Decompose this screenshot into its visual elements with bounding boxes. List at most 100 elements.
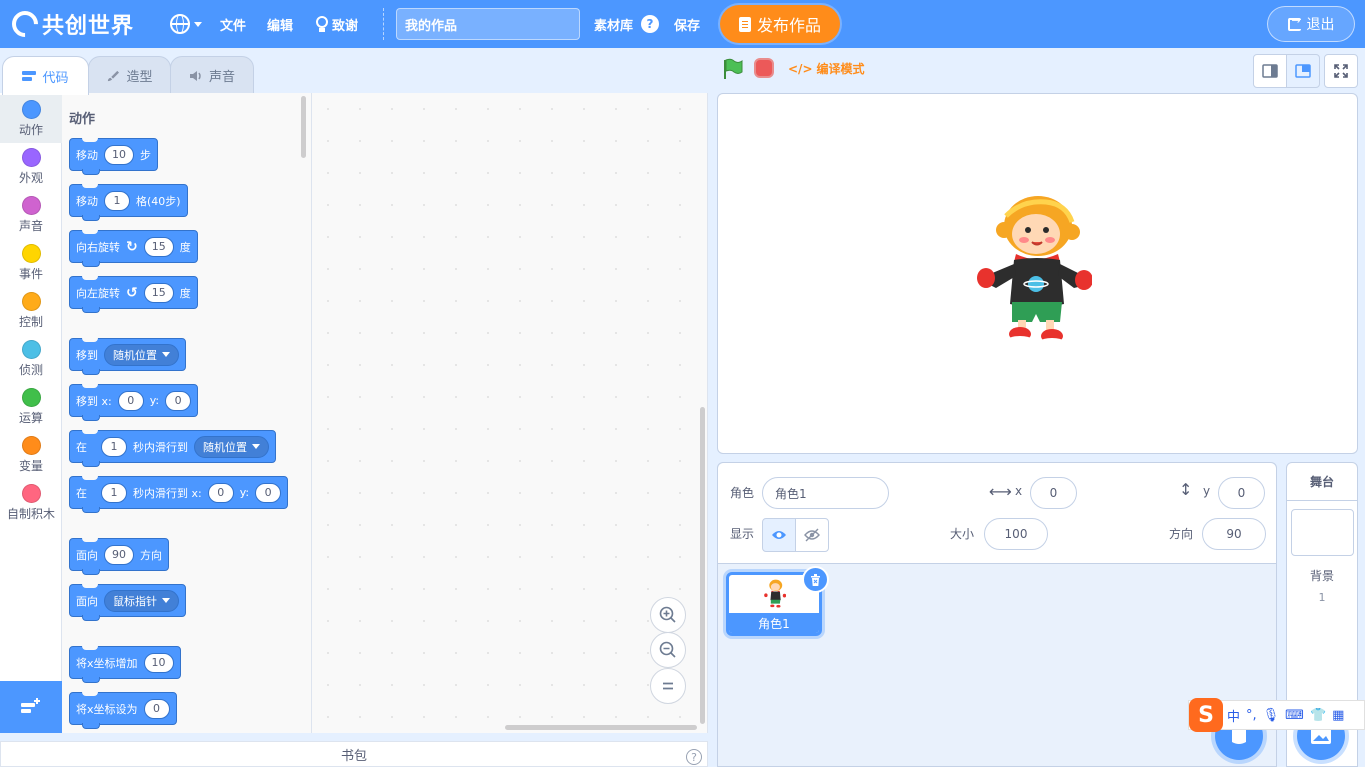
- direction-input[interactable]: [1202, 518, 1266, 550]
- sprite-name-input[interactable]: [762, 477, 889, 509]
- block-input-x[interactable]: 0: [117, 390, 144, 411]
- block-input[interactable]: 10: [104, 144, 134, 165]
- script-horizontal-scrollbar[interactable]: [505, 725, 697, 730]
- apps-grid-icon[interactable]: ▦: [1332, 708, 1344, 723]
- block-set-x[interactable]: 将x坐标设为 0: [69, 692, 177, 729]
- block-turn-right[interactable]: 向右旋转 ↻ 15 度: [69, 230, 198, 267]
- x-label: x: [1015, 484, 1023, 498]
- hide-sprite-button[interactable]: [795, 518, 829, 552]
- block-goto-xy[interactable]: 移到 x: 0 y: 0: [69, 384, 199, 421]
- category-variables[interactable]: 变量: [0, 431, 62, 479]
- block-input[interactable]: 15: [143, 282, 174, 303]
- block-goto[interactable]: 移到 随机位置: [69, 338, 186, 375]
- file-menu[interactable]: 文件: [220, 0, 246, 48]
- block-input-y[interactable]: 0: [165, 390, 192, 411]
- tab-code[interactable]: 代码: [2, 56, 89, 95]
- category-control[interactable]: 控制: [0, 287, 62, 335]
- exit-icon: [1287, 14, 1301, 31]
- script-area[interactable]: [312, 93, 708, 733]
- x-input[interactable]: [1030, 477, 1077, 509]
- block-input[interactable]: 0: [143, 698, 170, 719]
- assets-menu-label: 素材库: [594, 18, 634, 34]
- block-dropdown[interactable]: 鼠标指针: [104, 589, 179, 612]
- tutorial-menu[interactable]: 致谢: [316, 0, 358, 48]
- eye-slash-icon: [804, 528, 820, 542]
- ime-logo[interactable]: S: [1189, 698, 1223, 732]
- fullscreen-button[interactable]: [1324, 54, 1358, 88]
- punctuation-icon[interactable]: °,: [1246, 708, 1257, 723]
- logo[interactable]: 共创世界: [6, 5, 134, 43]
- help-button[interactable]: ?: [641, 0, 659, 48]
- category-looks[interactable]: 外观: [0, 143, 62, 191]
- category-sensing[interactable]: 侦测: [0, 335, 62, 383]
- block-input-x[interactable]: 0: [207, 482, 234, 503]
- block-dropdown[interactable]: 随机位置: [194, 435, 269, 458]
- microphone-icon[interactable]: 🎙: [1263, 708, 1280, 723]
- block-point-direction[interactable]: 面向 90 方向: [69, 538, 169, 575]
- compile-mode-button[interactable]: </> 编译模式: [788, 60, 865, 77]
- category-events[interactable]: 事件: [0, 239, 62, 287]
- code-brackets-icon: </>: [788, 61, 813, 76]
- globe-icon: [170, 14, 190, 34]
- block-point-towards[interactable]: 面向 鼠标指针: [69, 584, 186, 621]
- assets-menu[interactable]: 素材库: [594, 0, 633, 48]
- script-vertical-scrollbar[interactable]: [700, 407, 705, 724]
- category-motion[interactable]: 动作: [0, 95, 62, 143]
- category-dot: [21, 340, 41, 359]
- backpack-header[interactable]: 书包: [0, 741, 708, 767]
- add-extension-icon: [21, 698, 40, 713]
- small-stage-button[interactable]: [1253, 54, 1287, 88]
- ime-toolbar: S 中 °, 🎙 ⌨ 👕 ▦: [1188, 698, 1365, 732]
- block-change-x[interactable]: 将x坐标增加 10: [69, 646, 181, 683]
- block-text: 向右旋转: [76, 240, 120, 254]
- skin-icon[interactable]: 👕: [1310, 708, 1326, 723]
- block-glide-to[interactable]: 在 1 秒内滑行到 随机位置: [69, 430, 276, 467]
- block-move-steps[interactable]: 移动 10 步: [69, 138, 158, 175]
- edit-menu-label: 编辑: [267, 18, 294, 34]
- size-input[interactable]: [984, 518, 1048, 550]
- flyout-scrollbar[interactable]: [301, 96, 306, 158]
- monkey-sprite[interactable]: [976, 194, 1092, 349]
- block-input[interactable]: 1: [101, 436, 127, 457]
- project-title-input[interactable]: [396, 8, 580, 40]
- block-glide-xy[interactable]: 在 1 秒内滑行到 x: 0 y: 0: [69, 476, 289, 513]
- save-button[interactable]: 保存: [674, 0, 700, 48]
- add-extension-button[interactable]: [0, 681, 62, 733]
- keyboard-icon[interactable]: ⌨: [1285, 708, 1304, 723]
- stage-thumbnail[interactable]: [1291, 509, 1354, 556]
- logout-button[interactable]: 退出: [1267, 6, 1355, 42]
- backpack-help-icon[interactable]: ?: [686, 749, 702, 765]
- stop-button[interactable]: [754, 58, 774, 78]
- tab-costumes[interactable]: 造型: [88, 56, 171, 94]
- ime-language[interactable]: 中: [1227, 706, 1240, 725]
- normal-stage-button[interactable]: [1286, 54, 1320, 88]
- block-move-grid[interactable]: 移动 1 格(40步): [69, 184, 188, 221]
- block-input[interactable]: 10: [143, 652, 174, 673]
- language-menu[interactable]: [170, 0, 202, 48]
- show-sprite-button[interactable]: [762, 518, 796, 552]
- block-input[interactable]: 1: [101, 482, 127, 503]
- delete-sprite-button[interactable]: [802, 566, 829, 593]
- stage-canvas[interactable]: [717, 93, 1358, 454]
- tab-sounds[interactable]: 声音: [170, 56, 254, 94]
- category-sound[interactable]: 声音: [0, 191, 62, 239]
- green-flag-icon[interactable]: [722, 58, 744, 80]
- publish-button[interactable]: 发布作品: [720, 5, 840, 43]
- category-my-blocks[interactable]: 自制积木: [0, 479, 62, 527]
- category-dot: [21, 244, 41, 263]
- block-dropdown[interactable]: 随机位置: [104, 343, 179, 366]
- edit-menu[interactable]: 编辑: [267, 0, 293, 48]
- sprite-thumbnail: [764, 579, 786, 608]
- zoom-out-button[interactable]: [650, 632, 686, 668]
- zoom-reset-button[interactable]: [650, 668, 686, 704]
- block-input-y[interactable]: 0: [255, 482, 282, 503]
- brush-icon: [108, 70, 120, 81]
- category-operators[interactable]: 运算: [0, 383, 62, 431]
- block-input[interactable]: 1: [104, 190, 130, 211]
- y-input[interactable]: [1218, 477, 1265, 509]
- logout-label: 退出: [1306, 17, 1335, 33]
- block-turn-left[interactable]: 向左旋转 ↺ 15 度: [69, 276, 198, 313]
- zoom-in-button[interactable]: [650, 597, 686, 633]
- block-input[interactable]: 15: [143, 236, 174, 257]
- block-input[interactable]: 90: [104, 544, 134, 565]
